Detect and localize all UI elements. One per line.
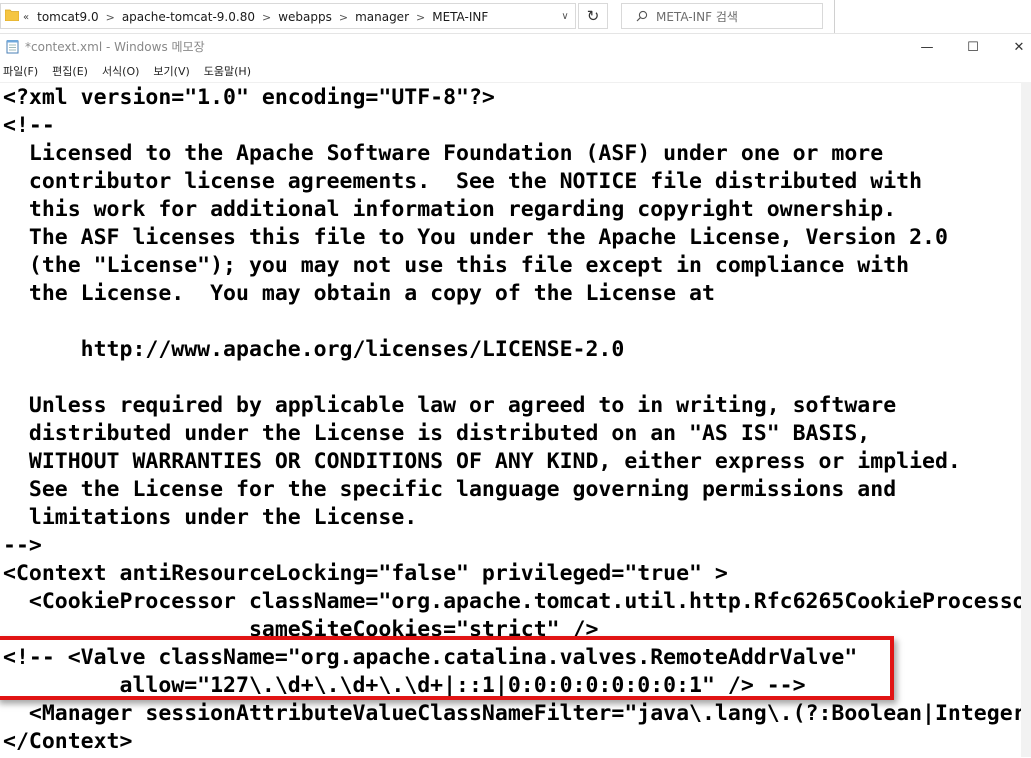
maximize-button[interactable]: ☐	[950, 34, 996, 60]
code-line: distributed under the License is distrib…	[3, 421, 871, 446]
chevron-right-icon[interactable]: >	[416, 11, 425, 24]
chevron-down-icon[interactable]: ∨	[554, 4, 576, 28]
menu-bar: 파일(F) 편집(E) 서식(O) 보기(V) 도움말(H)	[0, 60, 1031, 82]
refresh-icon: ↻	[586, 7, 600, 25]
code-line: <?xml version="1.0" encoding="UTF-8"?>	[3, 85, 495, 110]
code-line: <Manager sessionAttributeValueClassNameF…	[28, 701, 1031, 726]
breadcrumb-overflow-icon[interactable]: «	[23, 12, 29, 23]
chevron-right-icon[interactable]: >	[339, 11, 348, 24]
chevron-right-icon[interactable]: >	[106, 11, 115, 24]
breadcrumb-item[interactable]: apache-tomcat-9.0.80	[122, 10, 255, 24]
menu-help[interactable]: 도움말(H)	[201, 63, 258, 79]
code-line: The ASF licenses this file to You under …	[3, 225, 948, 250]
explorer-address-strip: « tomcat9.0 > apache-tomcat-9.0.80 > web…	[0, 0, 1031, 34]
code-line: Licensed to the Apache Software Foundati…	[3, 141, 884, 166]
code-line: (the "License"); you may not use this fi…	[3, 253, 910, 278]
code-line: See the License for the specific languag…	[3, 477, 897, 502]
code-line: </Context>	[3, 729, 133, 754]
vertical-scrollbar[interactable]	[1021, 82, 1031, 757]
search-icon	[636, 10, 648, 22]
code-line: <CookieProcessor className="org.apache.t…	[3, 589, 1031, 614]
chevron-right-icon[interactable]: >	[262, 11, 271, 24]
code-line: this work for additional information reg…	[3, 197, 897, 222]
code-line: contributor license agreements. See the …	[3, 169, 923, 194]
search-placeholder: META-INF 검색	[656, 9, 738, 24]
code-line: the License. You may obtain a copy of th…	[3, 281, 715, 306]
menu-edit[interactable]: 편집(E)	[49, 63, 95, 79]
highlight-annotation-box	[0, 636, 894, 700]
code-line: WITHOUT WARRANTIES OR CONDITIONS OF ANY …	[3, 449, 961, 474]
address-bar[interactable]: « tomcat9.0 > apache-tomcat-9.0.80 > web…	[0, 3, 576, 29]
search-input[interactable]: META-INF 검색	[621, 3, 823, 29]
breadcrumb-item[interactable]: tomcat9.0	[37, 10, 98, 24]
window-title: *context.xml - Windows 메모장	[25, 40, 205, 54]
menu-format[interactable]: 서식(O)	[99, 63, 146, 79]
notepad-icon	[6, 40, 19, 54]
folder-icon	[5, 9, 19, 21]
notepad-titlebar[interactable]: *context.xml - Windows 메모장 — ☐ ✕	[0, 34, 1031, 60]
breadcrumb: « tomcat9.0 > apache-tomcat-9.0.80 > web…	[23, 4, 488, 30]
minimize-button[interactable]: —	[904, 34, 950, 60]
code-line: -->	[3, 533, 42, 558]
divider	[834, 0, 835, 33]
code-line: limitations under the License.	[3, 505, 418, 530]
code-line: http://www.apache.org/licenses/LICENSE-2…	[3, 337, 625, 362]
menu-view[interactable]: 보기(V)	[150, 63, 196, 79]
breadcrumb-item[interactable]: webapps	[278, 10, 332, 24]
breadcrumb-item[interactable]: manager	[355, 10, 409, 24]
code-line: <Context antiResourceLocking="false" pri…	[3, 561, 728, 586]
refresh-button[interactable]: ↻	[578, 3, 608, 29]
code-line: <!--	[3, 113, 55, 138]
breadcrumb-item[interactable]: META-INF	[432, 10, 488, 24]
close-button[interactable]: ✕	[996, 34, 1031, 60]
code-line: Unless required by applicable law or agr…	[3, 393, 897, 418]
menu-file[interactable]: 파일(F)	[0, 63, 45, 79]
